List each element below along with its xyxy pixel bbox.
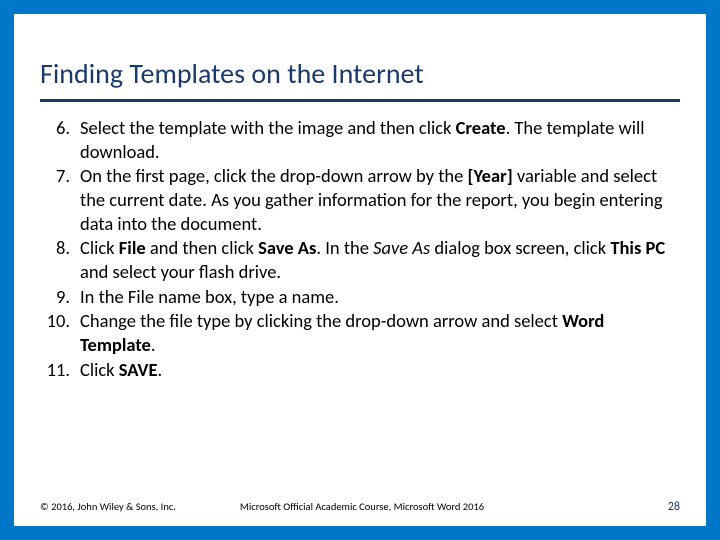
footer: © 2016, John Wiley & Sons, Inc. Microsof… [40,500,680,514]
list-item: 10.Change the file type by clicking the … [40,309,680,356]
item-text: In the File name box, type a name. [80,285,680,309]
copyright-text: © 2016, John Wiley & Sons, Inc. [40,500,176,513]
page-number: 28 [668,500,680,514]
list-item: 8.Click File and then click Save As. In … [40,236,680,283]
item-number: 11. [40,358,80,382]
list-item: 11.Click SAVE. [40,358,680,382]
item-number: 9. [40,285,80,309]
item-number: 7. [40,164,80,235]
item-text: Select the template with the image and t… [80,116,680,163]
item-number: 6. [40,116,80,163]
slide-title: Finding Templates on the Internet [40,38,680,102]
item-text: On the first page, click the drop-down a… [80,164,680,235]
list-item: 9.In the File name box, type a name. [40,285,680,309]
item-text: Click SAVE. [80,358,680,382]
instruction-list: 6.Select the template with the image and… [40,116,680,381]
list-item: 6.Select the template with the image and… [40,116,680,163]
item-number: 8. [40,236,80,283]
slide-frame: Finding Templates on the Internet 6.Sele… [0,0,720,540]
item-text: Click File and then click Save As. In th… [80,236,680,283]
item-text: Change the file type by clicking the dro… [80,309,680,356]
list-item: 7.On the first page, click the drop-down… [40,164,680,235]
course-text: Microsoft Official Academic Course, Micr… [240,500,668,513]
item-number: 10. [40,309,80,356]
